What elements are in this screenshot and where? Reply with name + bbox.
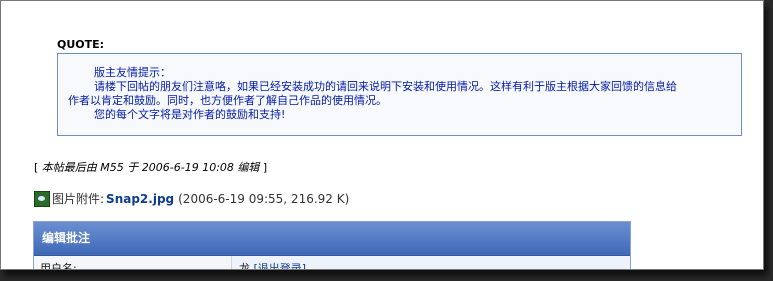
- quote-line-1: 版主友情提示：: [94, 66, 171, 79]
- edit-panel: 编辑批注 用户名: 龙 [退出登录]: [33, 221, 631, 270]
- edit-panel-title: 编辑批注: [34, 222, 630, 256]
- edit-note: [ 本帖最后由 M55 于 2006-6-19 10:08 编辑 ]: [34, 159, 267, 175]
- attachment-link[interactable]: Snap2.jpg: [106, 192, 174, 206]
- logout-link[interactable]: [退出登录]: [254, 262, 307, 269]
- username-value-wrap: 龙 [退出登录]: [239, 260, 307, 270]
- quote-line-4: 您的每个文字将是对作者的鼓励和支持!: [94, 108, 286, 121]
- quote-line-2: 请楼下回帖的朋友们注意咯，如果已经安装成功的请回来说明下安装和使用情况。这样有利…: [94, 80, 677, 93]
- username-value: 龙: [239, 262, 250, 270]
- username-label: 用户名:: [40, 262, 77, 270]
- attachment-label: 图片附件:: [52, 192, 105, 206]
- quote-line-3: 作者以肯定和鼓励。同时，也方便作者了解自己作品的使用情况。: [68, 94, 387, 107]
- image-attachment-icon: [34, 190, 50, 207]
- post-content-frame: QUOTE: 版主友情提示： 请楼下回帖的朋友们注意咯，如果已经安装成功的请回来…: [0, 0, 764, 270]
- quote-box: 版主友情提示： 请楼下回帖的朋友们注意咯，如果已经安装成功的请回来说明下安装和使…: [57, 53, 742, 136]
- edit-note-open-bracket: [: [34, 161, 39, 174]
- edit-note-text: 本帖最后由 M55 于 2006-6-19 10:08 编辑: [41, 161, 260, 174]
- quote-label: QUOTE:: [57, 38, 105, 51]
- attachment-meta: (2006-6-19 09:55, 216.92 K): [178, 191, 350, 206]
- username-row: 用户名: 龙 [退出登录]: [34, 256, 630, 270]
- edit-note-close-bracket: ]: [262, 161, 268, 174]
- attachment-line: 图片附件: Snap2.jpg (2006-6-19 09:55, 216.92…: [34, 190, 349, 207]
